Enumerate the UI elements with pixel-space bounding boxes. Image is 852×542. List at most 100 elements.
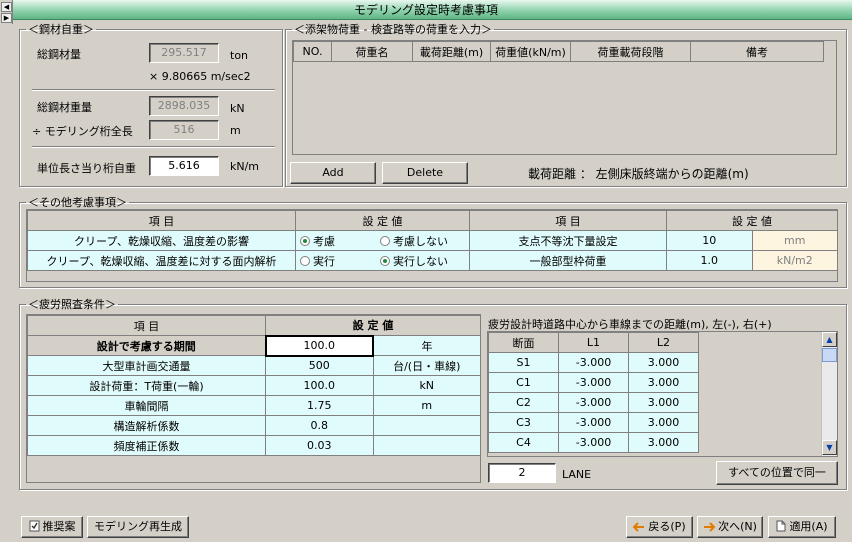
- l2-value[interactable]: 3.000: [628, 372, 699, 393]
- col-l1: L1: [558, 332, 629, 353]
- analysis-factor-unit: [372, 415, 481, 436]
- recommend-button[interactable]: 推奨案: [21, 516, 83, 538]
- girder-length-unit: m: [230, 124, 241, 137]
- design-load-input[interactable]: 100.0: [265, 375, 374, 396]
- l2-value[interactable]: 3.000: [628, 392, 699, 413]
- total-weight-label: 総鋼材重量: [37, 101, 92, 114]
- other-considerations-grid: 項 目 設 定 値 項 目 設 定 値 クリープ、乾燥収縮、温度差の影響 考慮考…: [26, 209, 838, 282]
- formwork-load-unit: kN/m2: [751, 250, 838, 271]
- formwork-load-input[interactable]: 1.0: [666, 250, 753, 271]
- window-title: モデリング設定時考慮事項: [353, 3, 498, 17]
- table-row[interactable]: C1 -3.000 3.000: [488, 372, 699, 393]
- attached-load-legend: ＜添架物荷重 - 検査路等の荷重を入力＞: [294, 23, 492, 36]
- l2-value[interactable]: 3.000: [628, 432, 699, 453]
- col-item: 項 目: [469, 210, 667, 231]
- traffic-volume-input[interactable]: 500: [265, 355, 374, 376]
- radio-consider[interactable]: 考慮: [297, 233, 381, 249]
- analysis-factor-input[interactable]: 0.8: [265, 415, 374, 436]
- traffic-volume-unit: 台/(日・車線): [372, 355, 481, 376]
- l2-value[interactable]: 3.000: [628, 412, 699, 433]
- next-label: 次へ(N): [718, 520, 757, 533]
- section-name: S1: [488, 352, 559, 373]
- settlement-input[interactable]: 10: [666, 230, 753, 251]
- apply-label: 適用(A): [789, 520, 828, 533]
- total-weight-field: 2898.035: [149, 96, 219, 116]
- lane-distance-grid[interactable]: 断面 L1 L2 S1 -3.000 3.000 C1 -3.000 3.000…: [487, 331, 838, 457]
- settlement-label: 支点不等沈下量設定: [469, 230, 667, 251]
- radio-not-execute-label: 実行しない: [393, 254, 448, 268]
- section-name: C2: [488, 392, 559, 413]
- col-no: NO.: [293, 41, 332, 62]
- col-load-value: 荷重値(kN/m): [490, 41, 571, 62]
- window-title-bar: モデリング設定時考慮事項: [0, 0, 852, 20]
- next-button[interactable]: 次へ(N): [697, 516, 763, 538]
- frequency-factor-label: 頻度補正係数: [27, 435, 266, 456]
- radio-selected-icon: [300, 235, 310, 246]
- collapse-icon[interactable]: ◀: [1, 2, 12, 12]
- scroll-down-icon[interactable]: ▼: [822, 440, 837, 455]
- inplane-analysis-options: 実行 実行しない: [295, 250, 470, 271]
- same-all-positions-button[interactable]: すべての位置で同一: [716, 461, 838, 485]
- design-load-unit: kN: [372, 375, 481, 396]
- back-button[interactable]: 戻る(P): [626, 516, 693, 538]
- steel-weight-legend: ＜鋼材自重＞: [28, 23, 94, 36]
- scroll-up-icon[interactable]: ▲: [822, 332, 837, 347]
- radio-not-consider-label: 考慮しない: [393, 234, 448, 248]
- col-load-name: 荷重名: [331, 41, 413, 62]
- col-section: 断面: [488, 332, 559, 353]
- load-distance-note: 載荷距離 ： 左側床版終端からの距離(m): [528, 167, 749, 181]
- recommend-label: 推奨案: [42, 520, 76, 533]
- delete-button[interactable]: Delete: [382, 162, 468, 184]
- radio-not-consider[interactable]: 考慮しない: [380, 235, 448, 248]
- vertical-scrollbar[interactable]: ▲ ▼: [821, 332, 837, 456]
- creep-effect-options: 考慮 考慮しない: [295, 230, 470, 251]
- table-row[interactable]: S1 -3.000 3.000: [488, 352, 699, 373]
- radio-not-execute[interactable]: 実行しない: [380, 255, 448, 268]
- radio-execute[interactable]: 実行: [297, 253, 381, 269]
- unit-weight-input[interactable]: 5.616: [149, 156, 219, 176]
- l1-value[interactable]: -3.000: [558, 412, 629, 433]
- scroll-thumb[interactable]: [822, 348, 837, 362]
- table-row[interactable]: C2 -3.000 3.000: [488, 392, 699, 413]
- formwork-load-label: 一般部型枠荷重: [469, 250, 667, 271]
- frequency-factor-input[interactable]: 0.03: [265, 435, 374, 456]
- girder-length-field: 516: [149, 120, 219, 140]
- l1-value[interactable]: -3.000: [558, 372, 629, 393]
- col-item: 項 目: [27, 210, 296, 231]
- l1-value[interactable]: -3.000: [558, 432, 629, 453]
- check-icon: [29, 519, 40, 539]
- table-row[interactable]: C3 -3.000 3.000: [488, 412, 699, 433]
- fatigue-legend: ＜疲労照査条件＞: [28, 298, 116, 311]
- l2-value[interactable]: 3.000: [628, 352, 699, 373]
- section-name: C3: [488, 412, 559, 433]
- radio-icon: [300, 255, 310, 266]
- total-steel-field: 295.517: [149, 43, 219, 63]
- inplane-analysis-label: クリープ、乾燥収縮、温度差に対する面内解析: [27, 250, 296, 271]
- l1-value[interactable]: -3.000: [558, 352, 629, 373]
- attached-load-grid[interactable]: NO. 荷重名 載荷距離(m) 荷重値(kN/m) 荷重載荷段階 備考: [292, 40, 837, 155]
- analysis-factor-label: 構造解析係数: [27, 415, 266, 436]
- radio-execute-label: 実行: [313, 254, 335, 268]
- lane-distance-title: 疲労設計時道路中心から車線までの距離(m), 左(-), 右(+): [488, 318, 772, 331]
- side-strip: ◀ ▶: [0, 0, 13, 24]
- lane-count-input[interactable]: 2: [488, 463, 556, 483]
- add-button[interactable]: Add: [290, 162, 376, 184]
- wheel-spacing-input[interactable]: 1.75: [265, 395, 374, 416]
- design-period-input[interactable]: 100.0: [264, 334, 374, 357]
- total-steel-unit: ton: [230, 49, 249, 62]
- expand-icon[interactable]: ▶: [1, 13, 12, 23]
- fatigue-grid: 項 目 設 定 値 設計で考慮する期間 100.0 年 大型車計画交通量 500…: [26, 314, 481, 483]
- gravity-text: × 9.80665 m/sec2: [149, 70, 251, 83]
- design-period-unit: 年: [372, 335, 481, 356]
- table-row[interactable]: C4 -3.000 3.000: [488, 432, 699, 453]
- col-item: 項 目: [27, 315, 266, 336]
- frequency-factor-unit: [372, 435, 481, 456]
- apply-button[interactable]: 適用(A): [768, 516, 836, 538]
- regenerate-button[interactable]: モデリング再生成: [87, 516, 189, 538]
- total-weight-unit: kN: [230, 102, 245, 115]
- l1-value[interactable]: -3.000: [558, 392, 629, 413]
- design-load-label: 設計荷重：T荷重(一輪): [27, 375, 266, 396]
- total-steel-label: 総鋼材量: [37, 48, 81, 61]
- radio-consider-label: 考慮: [313, 234, 335, 248]
- settlement-unit: mm: [751, 230, 838, 251]
